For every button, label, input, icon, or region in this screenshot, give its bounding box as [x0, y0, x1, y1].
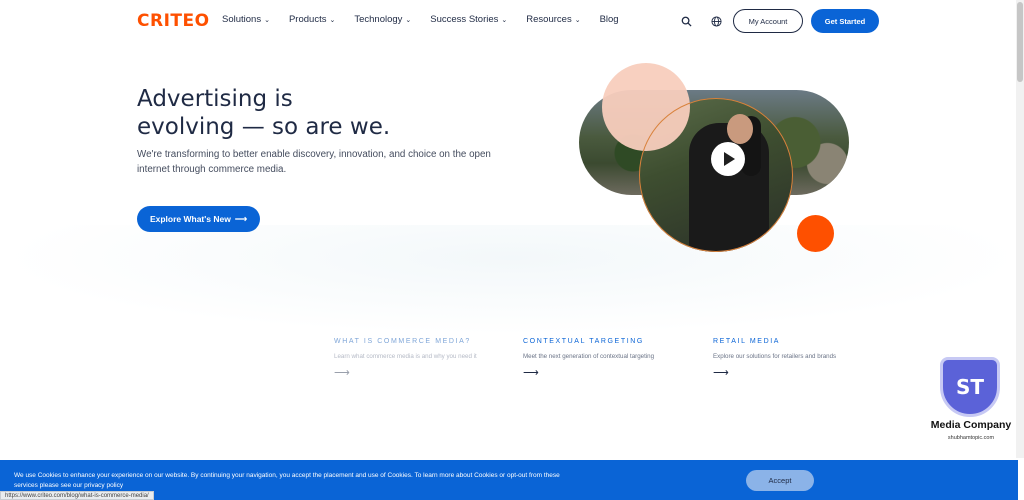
- chevron-down-icon: ⌄: [405, 16, 412, 24]
- main-nav: Solutions ⌄ Products ⌄ Technology ⌄ Success…: [222, 14, 638, 25]
- orange-dot-decoration: [797, 215, 834, 252]
- feature-title: Contextual Targeting: [523, 338, 644, 345]
- nav-item-label: Resources: [526, 14, 572, 25]
- site-header: CRITEO Solutions ⌄ Products ⌄ Technology ⌄ …: [0, 0, 1024, 42]
- chevron-down-icon: ⌄: [264, 16, 270, 24]
- search-icon[interactable]: [675, 10, 697, 32]
- my-account-button[interactable]: My Account: [733, 9, 803, 33]
- criteo-logo[interactable]: CRITEO: [137, 11, 210, 31]
- feature-retail-media[interactable]: Retail Media Explore our solutions for r…: [713, 338, 883, 379]
- nav-item-label: Blog: [599, 14, 619, 25]
- accept-cookies-button[interactable]: Accept: [746, 470, 814, 491]
- nav-item-technology[interactable]: Technology ⌄: [354, 14, 411, 25]
- feature-commerce-media[interactable]: What is Commerce Media? Learn what comme…: [334, 338, 504, 379]
- hero-background: [0, 225, 1024, 335]
- chevron-down-icon: ⌄: [329, 16, 336, 24]
- nav-item-label: Success Stories: [430, 14, 499, 25]
- hero-illustration: [575, 60, 865, 260]
- hero-title-line: Advertising is: [137, 86, 293, 112]
- nav-item-label: Products: [288, 14, 327, 25]
- orange-ring-decoration: [639, 98, 793, 252]
- feature-desc: Meet the next generation of contextual t…: [523, 353, 655, 360]
- shield-logo-icon: ST: [940, 357, 1000, 417]
- feature-title: What is Commerce Media?: [334, 338, 471, 345]
- arrow-right-icon: ⟶: [334, 367, 350, 379]
- nav-item-products[interactable]: Products ⌄: [289, 14, 335, 25]
- explore-label: Explore What's New: [149, 214, 231, 224]
- status-bar-url: https://www.criteo.com/blog/what-is-comm…: [0, 491, 154, 500]
- nav-item-solutions[interactable]: Solutions ⌄: [222, 14, 270, 25]
- feature-desc: Explore our solutions for retailers and …: [713, 353, 837, 360]
- hero-title: Advertising is evolving — so are we.: [137, 85, 517, 141]
- watermark-url: shubhamtopic.com: [947, 435, 995, 441]
- chevron-down-icon: ⌄: [501, 16, 508, 24]
- watermark-initials: ST: [955, 375, 985, 399]
- nav-item-resources[interactable]: Resources ⌄: [526, 14, 580, 25]
- hero-subtitle: We're transforming to better enable disc…: [137, 149, 491, 175]
- globe-icon[interactable]: [705, 10, 727, 32]
- feature-desc: Learn what commerce media is and why you…: [334, 353, 477, 360]
- get-started-button[interactable]: Get Started: [811, 9, 879, 33]
- arrow-right-icon: ⟶: [234, 213, 248, 224]
- chevron-down-icon: ⌄: [574, 16, 581, 24]
- nav-item-label: Technology: [354, 14, 403, 25]
- feature-contextual-targeting[interactable]: Contextual Targeting Meet the next gener…: [523, 338, 693, 379]
- cookie-message: We use Cookies to enhance your experienc…: [14, 472, 560, 489]
- play-icon[interactable]: [711, 142, 745, 176]
- nav-item-label: Solutions: [222, 14, 262, 25]
- explore-whats-new-button[interactable]: Explore What's New ⟶: [137, 206, 260, 232]
- hero-title-line: evolving — so are we.: [137, 114, 391, 140]
- feature-title: Retail Media: [713, 338, 781, 345]
- scrollbar-thumb[interactable]: [1017, 2, 1023, 82]
- arrow-right-icon: ⟶: [523, 367, 539, 379]
- nav-item-blog[interactable]: Blog: [600, 14, 619, 25]
- nav-item-success-stories[interactable]: Success Stories ⌄: [430, 14, 507, 25]
- watermark-title: Media Company: [930, 419, 1012, 431]
- arrow-right-icon: ⟶: [713, 367, 729, 379]
